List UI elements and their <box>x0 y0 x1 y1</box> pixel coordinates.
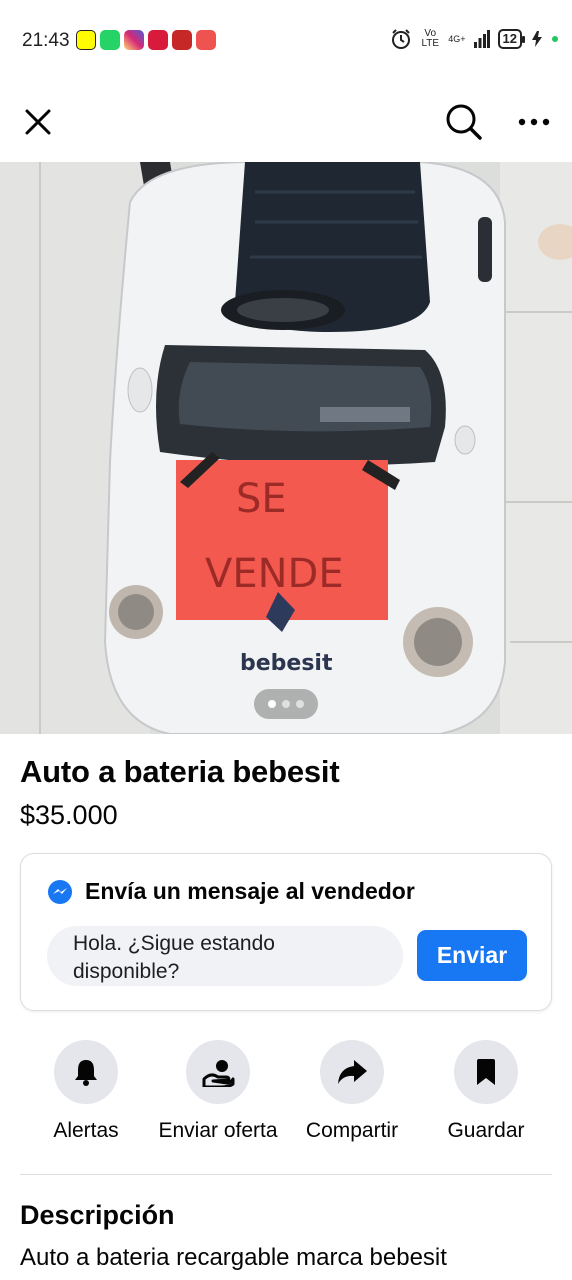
save-button[interactable]: Guardar <box>411 1040 561 1143</box>
section-divider <box>20 1174 552 1175</box>
alerts-icon-circle <box>54 1040 118 1104</box>
carousel-indicator[interactable] <box>254 689 318 719</box>
shopping-s-icon <box>172 30 192 50</box>
carousel-dot-1 <box>268 700 276 708</box>
alarm-icon <box>390 28 412 50</box>
search-button[interactable] <box>440 98 488 146</box>
offer-hand-icon <box>202 1060 235 1087</box>
message-header-text: Envía un mensaje al vendedor <box>85 878 415 904</box>
signal-icon <box>473 30 490 48</box>
top-app-bar <box>0 80 572 162</box>
instagram-icon <box>124 30 144 50</box>
save-label: Guardar <box>447 1119 525 1142</box>
search-icon <box>446 104 482 140</box>
carousel-dot-3 <box>296 700 304 708</box>
listing-price: $35.000 <box>20 800 118 830</box>
description-text: Auto a bateria recargable marca bebesit <box>20 1244 447 1271</box>
offer-icon-circle <box>186 1040 250 1104</box>
listing-title: Auto a bateria bebesit <box>20 754 340 789</box>
heart-app-icon <box>148 30 168 50</box>
listing-photo[interactable]: SE VENDE bebesit <box>0 162 572 734</box>
gift-app-icon <box>196 30 216 50</box>
battery-icon: 12 <box>497 29 526 49</box>
share-button[interactable]: Compartir <box>277 1040 427 1143</box>
close-button[interactable] <box>16 100 60 144</box>
action-buttons-row: Alertas Enviar oferta Compartir Guardar <box>0 1040 572 1160</box>
snapchat-icon <box>76 30 96 50</box>
send-button[interactable]: Enviar <box>417 930 527 981</box>
message-header: Envía un mensaje al vendedor <box>47 878 415 905</box>
send-offer-button[interactable]: Enviar oferta <box>143 1040 293 1143</box>
bell-icon <box>75 1060 97 1086</box>
message-input[interactable]: Hola. ¿Sigue estando disponible? <box>47 926 403 986</box>
sign-text-se: SE <box>236 476 287 522</box>
save-icon-circle <box>454 1040 518 1104</box>
send-offer-label: Enviar oferta <box>158 1119 278 1142</box>
message-seller-card: Envía un mensaje al vendedor Hola. ¿Sigu… <box>20 853 552 1011</box>
charging-icon <box>530 31 544 47</box>
alerts-label: Alertas <box>53 1119 119 1142</box>
whatsapp-icon <box>100 30 120 50</box>
alerts-button[interactable]: Alertas <box>11 1040 161 1143</box>
description-heading: Descripción <box>20 1200 175 1230</box>
close-icon <box>25 109 51 135</box>
volte-indicator: Vo LTE <box>421 28 440 49</box>
status-bar: 21:43 Vo LTE 4G+ 12 <box>0 0 572 80</box>
privacy-indicator-dot <box>552 36 558 42</box>
messenger-icon <box>48 879 72 904</box>
share-icon-circle <box>320 1040 384 1104</box>
notification-icons <box>76 30 216 50</box>
share-label: Compartir <box>305 1119 399 1142</box>
status-time: 21:43 <box>22 30 70 51</box>
share-arrow-icon <box>338 1060 367 1084</box>
sign-text-vende: VENDE <box>205 551 344 597</box>
car-photo-illustration: SE VENDE bebesit <box>0 162 572 734</box>
carousel-dot-2 <box>282 700 290 708</box>
bookmark-icon <box>477 1059 495 1085</box>
brand-badge: bebesit <box>240 651 333 676</box>
network-type: 4G+ <box>448 33 466 44</box>
more-options-button[interactable] <box>510 98 558 146</box>
system-icons: Vo LTE 4G+ 12 <box>390 28 558 50</box>
more-horizontal-icon <box>518 118 550 126</box>
